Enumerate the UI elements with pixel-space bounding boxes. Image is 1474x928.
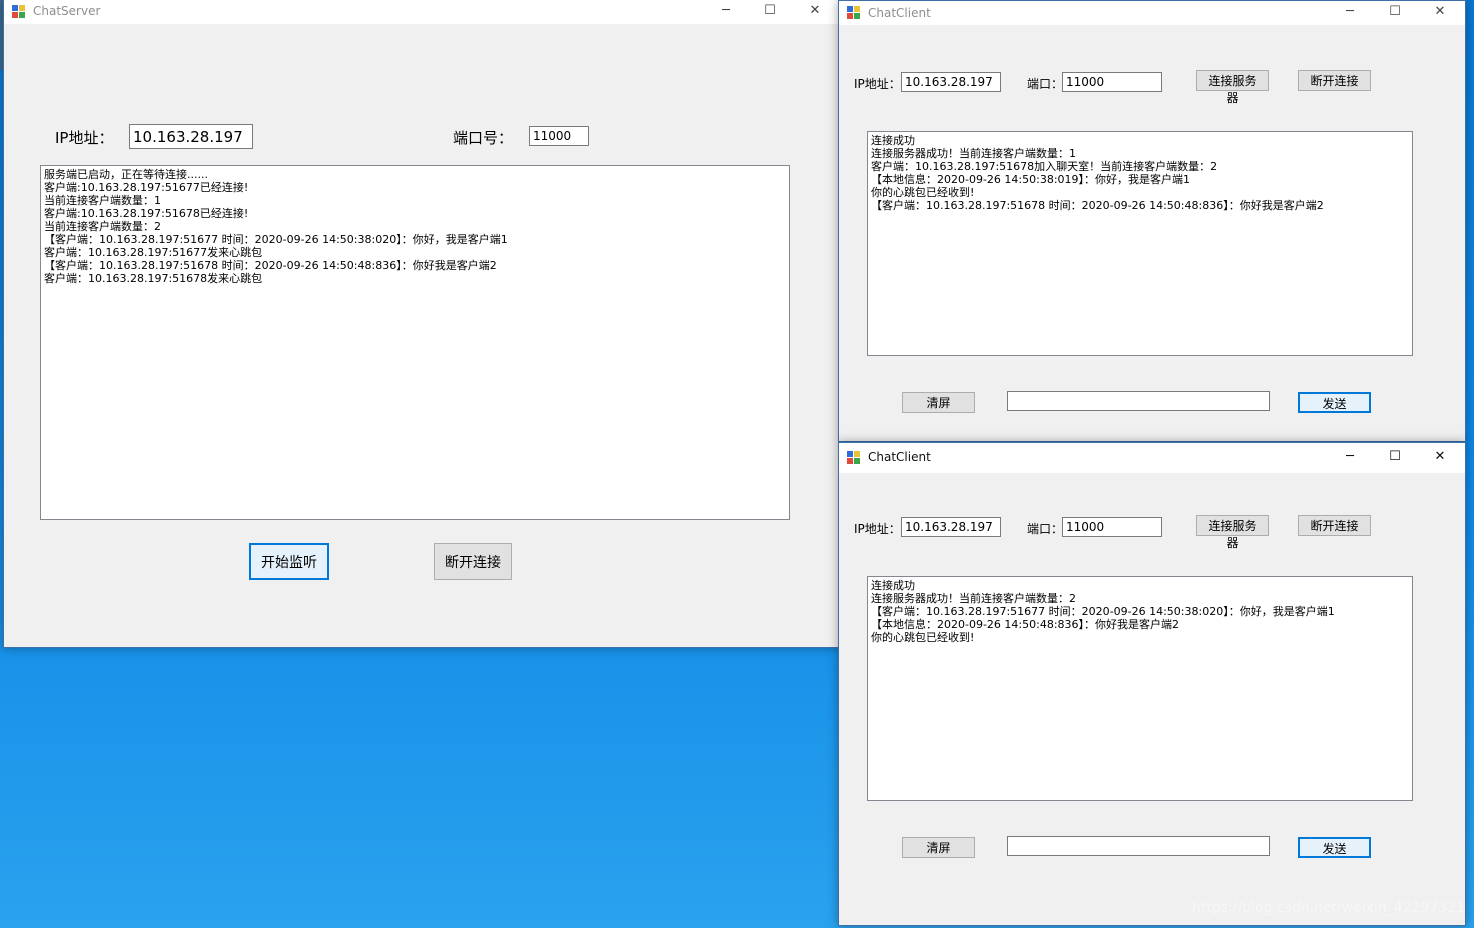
ip-field[interactable] [901,72,1001,92]
port-label: 端口： [1027,77,1064,91]
log-line: 你的心跳包已经收到! [871,631,975,644]
minimize-icon: ─ [1346,449,1354,464]
port-label: 端口号： [453,129,514,147]
client-log-box[interactable]: 连接成功 连接服务器成功！当前连接客户端数量：1 客户端：10.163.28.1… [867,131,1413,356]
log-line: 当前连接客户端数量：2 [44,220,161,233]
ip-label: IP地址： [55,129,114,147]
chat-server-window: ChatServer ─ ☐ ✕ IP地址： 端口号： 服务端已启动，正在等待连… [3,0,840,648]
log-line: 连接成功 [871,579,915,592]
close-button[interactable]: ✕ [1417,443,1463,473]
maximize-button[interactable]: ☐ [747,0,793,24]
maximize-icon: ☐ [1389,4,1401,19]
chat-client-window-1: ChatClient ─ ☐ ✕ IP地址： 端口： 连接服务器 断开连接 连接… [838,0,1466,442]
start-listen-button[interactable]: 开始监听 [249,543,329,580]
disconnect-button[interactable]: 断开连接 [1298,515,1371,536]
ip-label: IP地址： [854,522,901,536]
log-line: 连接服务器成功！当前连接客户端数量：2 [871,592,1076,605]
maximize-button[interactable]: ☐ [1372,1,1418,25]
maximize-icon: ☐ [764,3,776,18]
window-title: ChatServer [33,4,101,18]
window-title: ChatClient [868,6,931,20]
minimize-icon: ─ [1346,4,1354,19]
log-line: 【客户端：10.163.28.197:51677 时间：2020-09-26 1… [871,605,1335,618]
log-line: 客户端：10.163.28.197:51677发来心跳包 [44,246,263,259]
minimize-icon: ─ [722,3,730,18]
close-button[interactable]: ✕ [1417,1,1463,25]
log-line: 【客户端：10.163.28.197:51678 时间：2020-09-26 1… [44,259,497,272]
log-line: 当前连接客户端数量：1 [44,194,161,207]
watermark: https://blog.csdn.net/weixin_42297321 [1192,900,1466,916]
port-label: 端口： [1027,522,1064,536]
send-button[interactable]: 发送 [1298,837,1371,858]
disconnect-button[interactable]: 断开连接 [1298,70,1371,91]
ip-label: IP地址： [854,77,901,91]
client1-titlebar[interactable]: ChatClient ─ ☐ ✕ [839,1,1465,25]
log-line: 连接成功 [871,134,915,147]
close-icon: ✕ [1434,4,1446,19]
server-titlebar[interactable]: ChatServer ─ ☐ ✕ [4,0,839,24]
server-log-box[interactable]: 服务端已启动，正在等待连接...... 客户端:10.163.28.197:51… [40,165,790,520]
log-line: 连接服务器成功！当前连接客户端数量：1 [871,147,1076,160]
log-line: 【本地信息：2020-09-26 14:50:38:019】：你好，我是客户端1 [871,173,1191,186]
ip-field[interactable] [129,124,253,149]
minimize-button[interactable]: ─ [1327,443,1373,473]
ip-field[interactable] [901,517,1001,537]
log-line: 【客户端：10.163.28.197:51677 时间：2020-09-26 1… [44,233,508,246]
disconnect-button[interactable]: 断开连接 [434,543,512,580]
connect-server-button[interactable]: 连接服务器 [1196,515,1269,550]
log-line: 客户端:10.163.28.197:51677已经连接! [44,181,249,194]
app-icon [847,451,861,465]
log-line: 服务端已启动，正在等待连接...... [44,168,208,181]
maximize-button[interactable]: ☐ [1372,443,1418,473]
connect-server-button[interactable]: 连接服务器 [1196,70,1269,105]
message-input[interactable] [1007,836,1270,856]
send-button[interactable]: 发送 [1298,392,1371,413]
client2-titlebar[interactable]: ChatClient ─ ☐ ✕ [839,443,1465,473]
maximize-icon: ☐ [1389,449,1401,464]
log-line: 【客户端：10.163.28.197:51678 时间：2020-09-26 1… [871,199,1324,212]
app-icon [12,5,26,19]
close-button[interactable]: ✕ [792,0,838,24]
close-icon: ✕ [809,3,821,18]
log-line: 客户端：10.163.28.197:51678加入聊天室！当前连接客户端数量：2 [871,160,1218,173]
minimize-button[interactable]: ─ [1327,1,1373,25]
app-icon [847,6,861,20]
log-line: 你的心跳包已经收到! [871,186,975,199]
log-line: 【本地信息：2020-09-26 14:50:48:836】：你好我是客户端2 [871,618,1180,631]
clear-screen-button[interactable]: 清屏 [902,392,975,413]
port-field[interactable] [529,126,589,146]
close-icon: ✕ [1434,449,1446,464]
client-log-box[interactable]: 连接成功 连接服务器成功！当前连接客户端数量：2 【客户端：10.163.28.… [867,576,1413,801]
message-input[interactable] [1007,391,1270,411]
minimize-button[interactable]: ─ [703,0,749,24]
log-line: 客户端:10.163.28.197:51678已经连接! [44,207,249,220]
chat-client-window-2: ChatClient ─ ☐ ✕ IP地址： 端口： 连接服务器 断开连接 连接… [838,442,1466,926]
window-title: ChatClient [868,450,931,464]
log-line: 客户端：10.163.28.197:51678发来心跳包 [44,272,263,285]
clear-screen-button[interactable]: 清屏 [902,837,975,858]
port-field[interactable] [1062,72,1162,92]
port-field[interactable] [1062,517,1162,537]
